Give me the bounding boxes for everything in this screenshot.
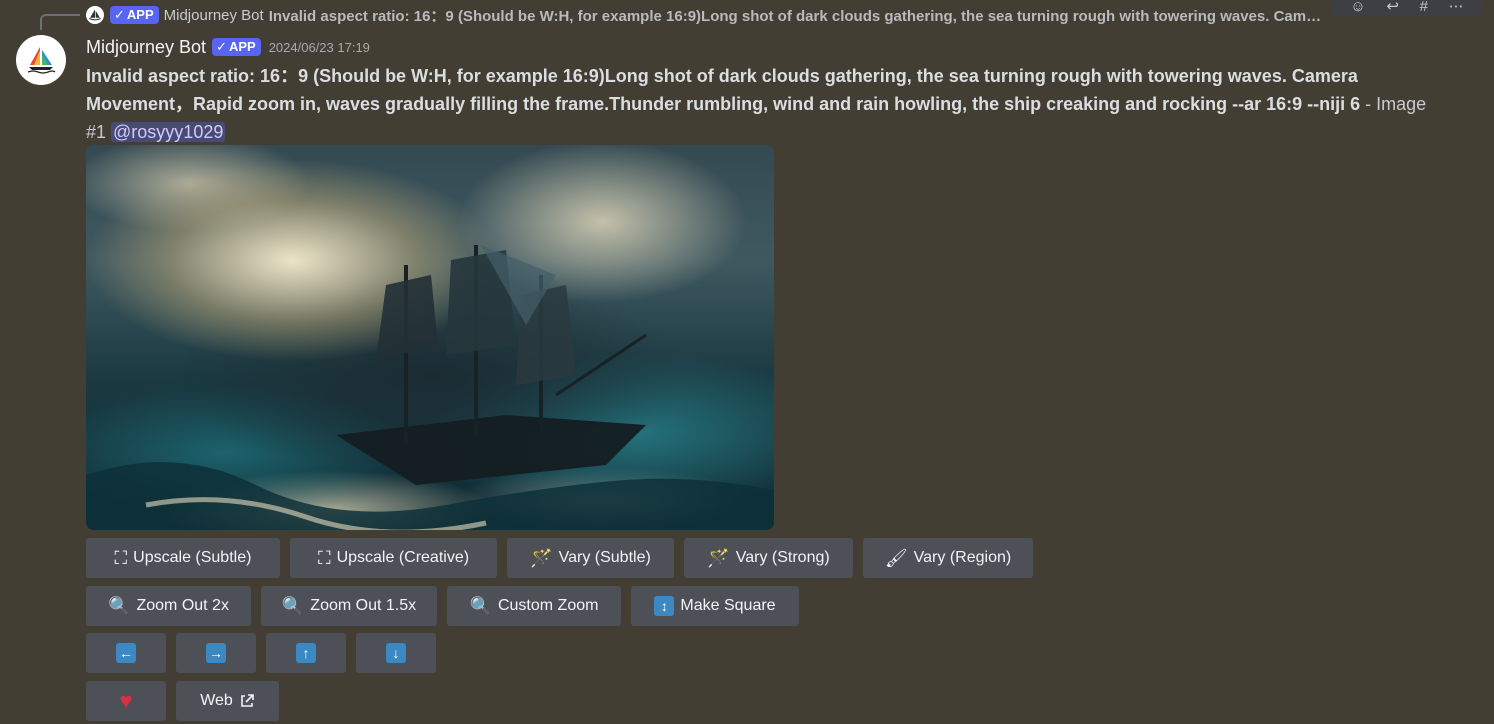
- magic-wand-icon: 🪄: [707, 548, 730, 568]
- magnifier-icon: 🔍: [469, 596, 492, 616]
- reply-app-badge: ✓ APP: [110, 6, 159, 24]
- custom-zoom-button[interactable]: 🔍 Custom Zoom: [447, 586, 621, 626]
- heart-icon: ♥: [119, 688, 133, 713]
- magnifier-icon: 🔍: [108, 596, 131, 616]
- message-content: Invalid aspect ratio: 16：9 (Should be W:…: [86, 62, 1436, 146]
- thread-icon[interactable]: #: [1420, 0, 1428, 16]
- add-reaction-icon[interactable]: ☺: [1350, 0, 1365, 16]
- app-badge-label: APP: [228, 39, 256, 54]
- app-badge: ✓ APP: [212, 38, 261, 56]
- avatar[interactable]: [16, 35, 66, 85]
- reply-spine: [40, 14, 80, 30]
- ship-illustration: [86, 245, 774, 530]
- sailboat-icon: [89, 9, 101, 21]
- arrow-up-icon: ↑: [296, 643, 316, 663]
- pan-right-button[interactable]: →: [176, 633, 256, 673]
- reply-preview[interactable]: ✓ APP Midjourney Bot Invalid aspect rati…: [0, 0, 1494, 30]
- favorite-button[interactable]: ♥: [86, 681, 166, 721]
- pan-down-button[interactable]: ↓: [356, 633, 436, 673]
- custom-zoom-label: Custom Zoom: [497, 597, 599, 614]
- vary-strong-button[interactable]: 🪄 Vary (Strong): [684, 538, 853, 578]
- zoom-out-2x-button[interactable]: 🔍 Zoom Out 2x: [86, 586, 251, 626]
- reply-icon[interactable]: ↩: [1386, 0, 1399, 16]
- check-icon: ✓: [216, 39, 227, 54]
- pan-left-button[interactable]: ←: [86, 633, 166, 673]
- message-hover-toolbar: ☺ ↩ # ⋯: [1332, 0, 1482, 16]
- message-prompt-text: Invalid aspect ratio: 16：9 (Should be W:…: [86, 66, 1361, 114]
- pan-up-button[interactable]: ↑: [266, 633, 346, 673]
- expand-corners-icon: ⛶: [114, 548, 128, 568]
- upscale-subtle-label: Upscale (Subtle): [133, 549, 252, 566]
- vary-strong-label: Vary (Strong): [735, 549, 830, 566]
- magnifier-icon: 🔍: [281, 596, 305, 616]
- message-header: Midjourney Bot ✓ APP 2024/06/23 17:19: [86, 35, 370, 59]
- zoom-out-1-5x-button[interactable]: 🔍 Zoom Out 1.5x: [261, 586, 437, 626]
- timestamp: 2024/06/23 17:19: [268, 39, 370, 55]
- web-label: Web: [200, 692, 233, 709]
- magic-wand-icon: 🪄: [530, 548, 553, 568]
- midjourney-logo-icon: [27, 47, 56, 74]
- make-square-label: Make Square: [680, 597, 776, 614]
- upscale-creative-button[interactable]: ⛶ Upscale (Creative): [290, 538, 497, 578]
- zoom-out-1-5x-label: Zoom Out 1.5x: [310, 597, 417, 614]
- upscale-subtle-button[interactable]: ⛶ Upscale (Subtle): [86, 538, 280, 578]
- vertical-arrows-icon: ↕: [654, 596, 675, 616]
- expand-corners-icon: ⛶: [317, 548, 331, 568]
- check-icon: ✓: [114, 7, 125, 22]
- arrow-right-icon: →: [206, 643, 226, 663]
- reply-text[interactable]: Invalid aspect ratio: 16：9 (Should be W:…: [269, 5, 1321, 25]
- arrow-down-icon: ↓: [386, 643, 406, 663]
- zoom-out-2x-label: Zoom Out 2x: [136, 597, 229, 614]
- reply-app-badge-label: APP: [126, 7, 154, 22]
- vary-subtle-label: Vary (Subtle): [558, 549, 651, 566]
- web-button[interactable]: Web: [176, 681, 279, 721]
- generated-image[interactable]: [86, 145, 774, 530]
- user-mention[interactable]: @rosyyy1029: [111, 122, 226, 142]
- vary-region-button[interactable]: 🖌 Vary (Region): [863, 538, 1033, 578]
- arrow-left-icon: ←: [116, 643, 136, 663]
- reply-row[interactable]: ✓ APP Midjourney Bot Invalid aspect rati…: [86, 5, 1346, 25]
- reply-author[interactable]: Midjourney Bot: [164, 7, 264, 24]
- paintbrush-icon: 🖌: [884, 548, 908, 568]
- reply-avatar[interactable]: [86, 6, 104, 24]
- vary-region-label: Vary (Region): [913, 549, 1012, 566]
- upscale-creative-label: Upscale (Creative): [336, 549, 470, 566]
- make-square-button[interactable]: ↕ Make Square: [631, 586, 799, 626]
- more-icon[interactable]: ⋯: [1449, 0, 1464, 16]
- vary-subtle-button[interactable]: 🪄 Vary (Subtle): [507, 538, 674, 578]
- author-name[interactable]: Midjourney Bot: [86, 37, 206, 58]
- external-link-icon: [240, 694, 254, 707]
